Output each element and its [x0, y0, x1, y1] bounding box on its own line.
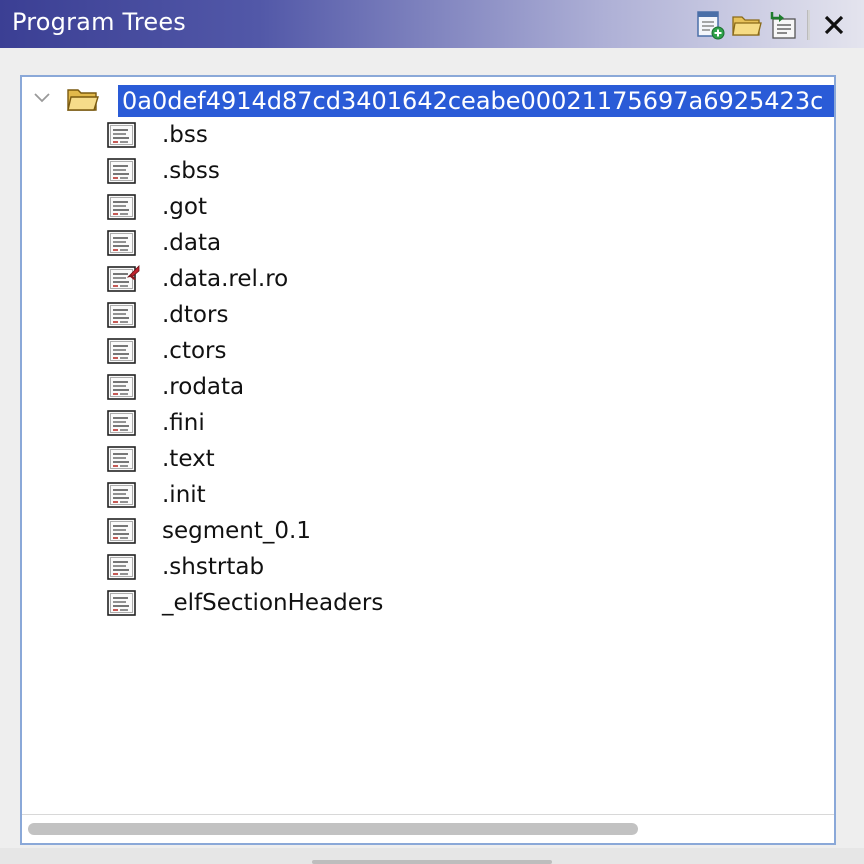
- tree-root-label[interactable]: 0a0def4914d87cd3401642ceabe00021175697a6…: [118, 85, 834, 117]
- tree-node-label: .fini: [162, 410, 205, 436]
- folder-open-icon: [67, 89, 99, 111]
- fragment-icon: [107, 122, 136, 148]
- resize-grip[interactable]: [312, 860, 552, 864]
- tree-node-label: .init: [162, 482, 206, 508]
- panel-header: Program Trees: [0, 0, 864, 48]
- program-tree: 0a0def4914d87cd3401642ceabe00021175697a6…: [22, 77, 834, 813]
- fragment-icon: [107, 230, 136, 256]
- tree-node-label: .dtors: [162, 302, 229, 328]
- tree-node[interactable]: .got: [22, 189, 834, 225]
- fragment-icon: [107, 194, 136, 220]
- program-tree-view: 0a0def4914d87cd3401642ceabe00021175697a6…: [20, 75, 836, 845]
- fragment-icon: [107, 590, 136, 616]
- snapshot-icon: [770, 12, 796, 39]
- tree-node[interactable]: .rodata: [22, 369, 834, 405]
- tree-node-label: .ctors: [162, 338, 227, 364]
- tree-node[interactable]: .shstrtab: [22, 549, 834, 585]
- tree-node-label: .shstrtab: [162, 554, 265, 580]
- tree-node[interactable]: .bss: [22, 117, 834, 153]
- tree-node-label: .text: [162, 446, 215, 472]
- fragment-icon: [107, 158, 136, 184]
- tree-node-label: segment_0.1: [162, 518, 311, 544]
- tree-root-row[interactable]: 0a0def4914d87cd3401642ceabe00021175697a6…: [22, 81, 834, 117]
- tree-node[interactable]: .init: [22, 477, 834, 513]
- tree-node-label: .data.rel.ro: [162, 266, 289, 292]
- tree-node[interactable]: .sbss: [22, 153, 834, 189]
- create-view-icon: [697, 11, 725, 40]
- tree-node-label: .rodata: [162, 374, 245, 400]
- fragment-icon: [107, 554, 136, 580]
- tree-node[interactable]: _elfSectionHeaders: [22, 585, 834, 621]
- chevron-down-icon[interactable]: [32, 87, 52, 107]
- tree-node-label: .data: [162, 230, 222, 256]
- open-tree-button[interactable]: [729, 9, 765, 41]
- tree-node[interactable]: .dtors: [22, 297, 834, 333]
- panel-toolbar: [693, 8, 852, 42]
- tree-node[interactable]: .data: [22, 225, 834, 261]
- fragment-icon: [107, 338, 136, 364]
- horizontal-scrollbar-thumb[interactable]: [28, 823, 638, 835]
- tree-node[interactable]: segment_0.1: [22, 513, 834, 549]
- close-button[interactable]: [816, 9, 852, 41]
- fragment-icon: [107, 446, 136, 472]
- fragment-icon: [107, 302, 136, 328]
- toolbar-separator: [807, 10, 810, 40]
- fragment-icon: [107, 518, 136, 544]
- tree-node-label: .sbss: [162, 158, 220, 184]
- tree-node-label: .got: [162, 194, 208, 220]
- tree-node-label: _elfSectionHeaders: [162, 590, 384, 616]
- fragment-current-icon: [107, 265, 140, 292]
- create-view-button[interactable]: [693, 9, 729, 41]
- snapshot-button[interactable]: [765, 9, 801, 41]
- tree-node[interactable]: .text: [22, 441, 834, 477]
- fragment-icon: [107, 374, 136, 400]
- fragment-icon: [107, 410, 136, 436]
- tree-node[interactable]: .data.rel.ro: [22, 261, 834, 297]
- fragment-icon: [107, 482, 136, 508]
- tree-node-label: .bss: [162, 122, 208, 148]
- tree-node[interactable]: .fini: [22, 405, 834, 441]
- tree-node[interactable]: .ctors: [22, 333, 834, 369]
- open-tree-icon: [732, 16, 762, 36]
- close-icon: [824, 15, 844, 35]
- horizontal-scrollbar[interactable]: [22, 814, 834, 843]
- panel-title: Program Trees: [12, 8, 186, 36]
